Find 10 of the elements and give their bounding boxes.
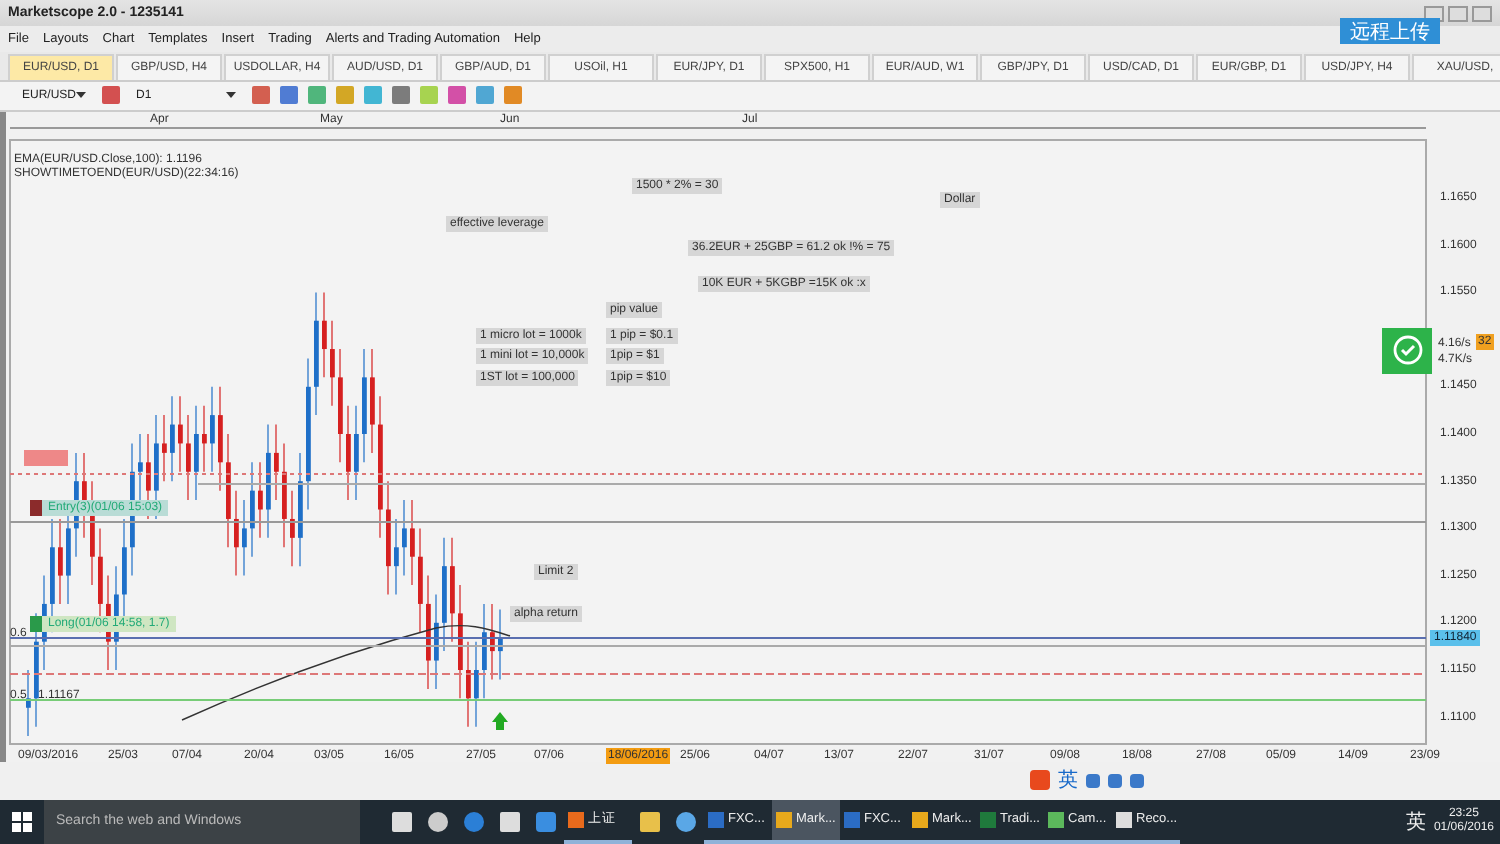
ime-language[interactable]: 英 — [1058, 766, 1078, 795]
maximize-button[interactable] — [1448, 5, 1468, 21]
input-language[interactable]: 英 — [1405, 807, 1426, 836]
minimize-button[interactable] — [1424, 5, 1444, 21]
caret-icon — [226, 92, 236, 99]
close-button[interactable] — [1472, 5, 1492, 21]
check-icon[interactable] — [1382, 327, 1432, 374]
ime-logo-icon[interactable] — [1030, 770, 1050, 791]
up-arrow-icon — [492, 711, 508, 730]
caret-icon — [76, 92, 86, 99]
